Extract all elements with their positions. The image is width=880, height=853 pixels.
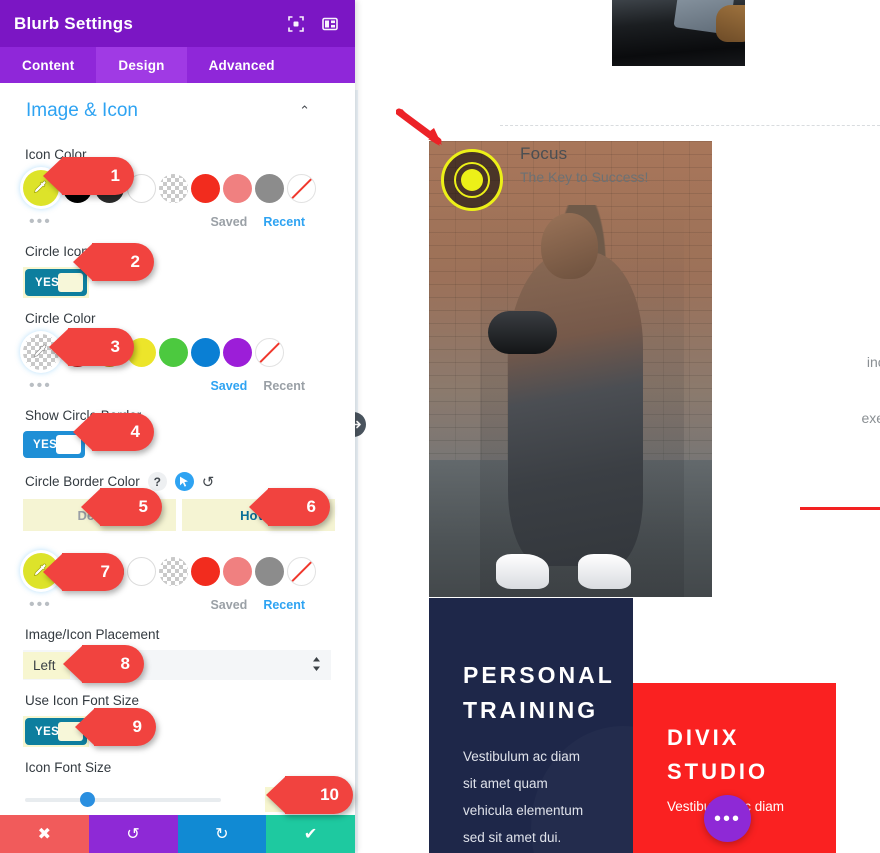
label-image-icon-placement: Image/Icon Placement: [25, 627, 160, 642]
more-options-icon[interactable]: •••: [23, 377, 52, 395]
circle-icon-toggle-value: YES: [35, 276, 60, 289]
blurb-settings-panel: Blurb Settings Content Design Advanced I…: [0, 0, 355, 853]
tab-advanced[interactable]: Advanced: [187, 47, 297, 83]
swatch-none[interactable]: [287, 173, 316, 203]
body-line: commodo consequ: [700, 432, 880, 460]
swatch-none[interactable]: [255, 337, 284, 367]
red-card-body: Vestibulum ac diam: [667, 799, 785, 815]
tab-content[interactable]: Content: [0, 47, 96, 83]
label-use-icon-font-size: Use Icon Font Size: [25, 693, 140, 708]
redo-button[interactable]: ↻: [177, 815, 267, 853]
label-circle-border-color: Circle Border Color: [25, 474, 140, 489]
swatch-white[interactable]: [127, 556, 156, 586]
swatch-red[interactable]: [191, 556, 220, 586]
headline-line-2: FIT: [590, 199, 880, 263]
headline-line-1: SM: [590, 135, 880, 199]
label-circle-color: Circle Color: [25, 311, 96, 326]
label-circle-icon: Circle Icon: [25, 244, 89, 259]
hero-body-copy: Lorem ipsum do adipiscing elit incididun…: [700, 292, 880, 460]
callout-pin-2: 2: [73, 243, 154, 281]
panel-title: Blurb Settings: [14, 13, 133, 33]
icon-color-meta: ••• Saved Recent: [23, 213, 335, 231]
page-settings-fab[interactable]: •••: [704, 795, 751, 842]
hover-cursor-icon[interactable]: [174, 472, 194, 491]
more-options-icon[interactable]: •••: [23, 596, 52, 614]
swatch-purple[interactable]: [223, 337, 252, 367]
swatch-light-red[interactable]: [223, 173, 252, 203]
hero-copy: SM FIT Lorem ipsum do adipiscing elit in…: [700, 135, 880, 510]
body-line: Lorem ipsum do: [700, 292, 880, 320]
swatch-gray[interactable]: [255, 173, 284, 203]
swatch-red[interactable]: [191, 173, 220, 203]
sign-up-underline: [800, 506, 880, 510]
swatch-blue[interactable]: [191, 337, 220, 367]
eyedropper-icon: [34, 344, 47, 357]
callout-pin-3: 3: [49, 328, 134, 366]
blurb-title: Focus: [520, 144, 568, 163]
swatch-transparent[interactable]: [159, 556, 188, 586]
callout-pin-5: 5: [81, 488, 162, 526]
body-line: adipiscing elit: [700, 320, 880, 348]
panel-footer: ✖ ↺ ↻ ✔: [0, 815, 355, 853]
undo-button[interactable]: ↺: [88, 815, 178, 853]
more-options-icon[interactable]: •••: [23, 213, 52, 231]
circle-color-recent-tab[interactable]: Recent: [263, 379, 305, 393]
pointer-arrow-icon: [396, 108, 442, 146]
reset-icon[interactable]: ↺: [202, 473, 215, 491]
circle-color-meta: ••• Saved Recent: [23, 377, 335, 395]
body-line: exercitation ullamco la: [861, 409, 880, 426]
callout-pin-8: 8: [63, 645, 144, 683]
label-icon-font-size: Icon Font Size: [25, 760, 112, 775]
icon-color-saved-tab[interactable]: Saved: [210, 215, 247, 229]
slider-thumb[interactable]: [80, 792, 96, 807]
swatch-green[interactable]: [159, 337, 188, 367]
layout-icon[interactable]: [319, 13, 341, 35]
app-root: Focus The Key to Success! SM FIT Lorem i…: [0, 0, 880, 853]
navy-card-body: Vestibulum ac diam sit amet quam vehicul…: [463, 749, 584, 845]
callout-pin-6: 6: [249, 488, 330, 526]
icon-color-recent-tab[interactable]: Recent: [263, 215, 305, 229]
swatch-transparent[interactable]: [159, 173, 188, 203]
section-image-and-icon[interactable]: Image & Icon ⌃: [23, 97, 335, 134]
show-circle-border-toggle-value: YES: [33, 438, 58, 451]
swatch-light-red[interactable]: [223, 556, 252, 586]
callout-pin-1: 1: [43, 157, 134, 195]
body-line: incididunt ut labore et: [866, 353, 880, 370]
cancel-button[interactable]: ✖: [0, 815, 89, 853]
border-color-recent-tab[interactable]: Recent: [263, 598, 305, 612]
callout-pin-7: 7: [43, 553, 124, 591]
icon-font-size-slider[interactable]: [25, 792, 221, 807]
focus-icon[interactable]: [285, 13, 307, 35]
label-show-circle-border: Show Circle Border: [25, 408, 141, 423]
circle-color-saved-tab[interactable]: Saved: [210, 379, 247, 393]
navy-card-title: PERSONAL TRAINING: [463, 662, 615, 723]
circle-border-color-meta: ••• Saved Recent: [23, 596, 335, 614]
callout-pin-4: 4: [73, 413, 154, 451]
save-button[interactable]: ✔: [266, 815, 355, 853]
target-circle-icon: [441, 149, 503, 211]
use-icon-font-size-toggle-value: YES: [35, 725, 60, 738]
chevron-updown-icon: [312, 656, 321, 674]
panel-header: Blurb Settings: [0, 0, 355, 47]
red-card-title: DIVIX STUDIO: [667, 725, 769, 785]
callout-pin-10: 10: [266, 776, 353, 814]
swatch-none[interactable]: [287, 556, 316, 586]
panel-tabs: Content Design Advanced: [0, 47, 355, 83]
body-line: enim ad mi: [700, 376, 880, 404]
section-divider: [500, 125, 880, 126]
personal-training-card: PERSONAL TRAINING Vestibulum ac diam sit…: [429, 598, 633, 853]
help-icon[interactable]: ?: [147, 472, 167, 491]
section-title-label: Image & Icon: [26, 100, 138, 121]
border-color-saved-tab[interactable]: Saved: [210, 598, 247, 612]
hero-photo: [612, 0, 745, 66]
tab-design[interactable]: Design: [96, 47, 187, 83]
callout-pin-9: 9: [75, 708, 156, 746]
chevron-up-icon[interactable]: ⌃: [299, 103, 335, 119]
swatch-gray[interactable]: [255, 556, 284, 586]
